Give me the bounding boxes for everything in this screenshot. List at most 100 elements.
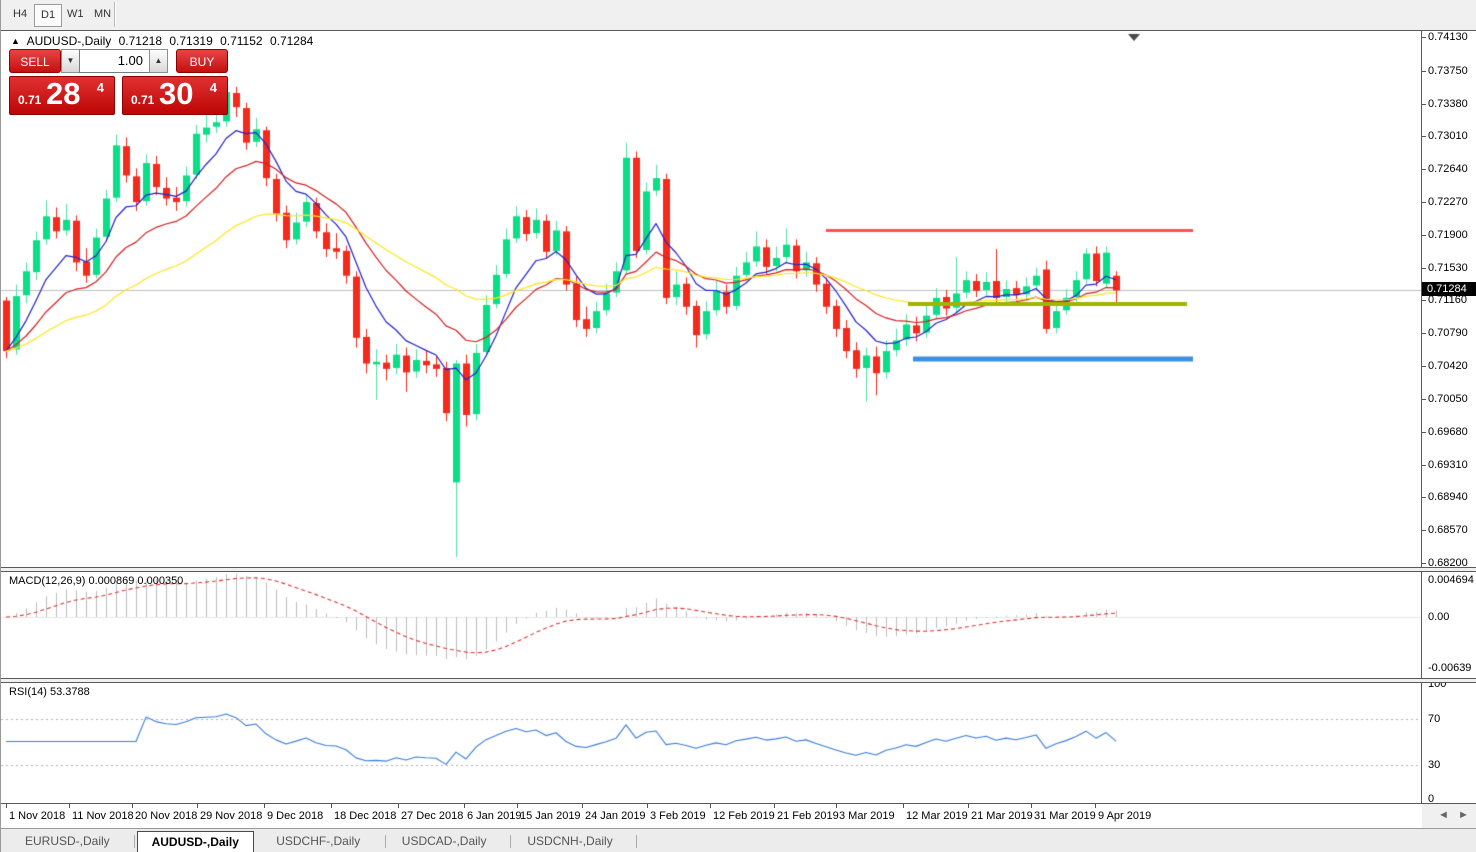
time-axis-tick [132,804,133,808]
price-axis-tick [1422,104,1426,105]
time-axis-tick [69,804,70,808]
time-axis-label: 21 Mar 2019 [971,810,1033,822]
time-axis-tick [582,804,583,808]
time-axis-tick [398,804,399,808]
sell-price-point: 4 [97,80,104,95]
panel-divider[interactable] [1,678,1476,683]
time-axis[interactable]: 1 Nov 2018 11 Nov 201820 Nov 201829 Nov 2… [1,803,1476,828]
price-axis-tick [1422,530,1426,531]
chart-tab-usdchf[interactable]: USDCHF-,Daily [262,831,374,852]
time-axis-label: 27 Dec 2018 [401,810,463,822]
time-axis-tick [264,804,265,808]
price-axis-label: 0.70050 [1428,393,1468,405]
time-axis-label: 21 Feb 2019 [777,810,839,822]
price-axis-tick [1422,333,1426,334]
macd-values: 0.000869 0.000350 [88,575,183,587]
time-axis-tick [331,804,332,808]
chart-title: ▲ AUDUSD-,Daily 0.71218 0.71319 0.71152 … [11,34,317,48]
price-axis-tick [1422,399,1426,400]
time-axis-tick [1031,804,1032,808]
time-axis-tick [710,804,711,808]
rsi-indicator-canvas[interactable] [1,681,1421,803]
price-axis-label: 0.71530 [1428,262,1468,274]
sell-price-box[interactable]: 0.71 28 4 [9,76,115,115]
price-axis-tick [1422,563,1426,564]
volume-increase-button[interactable]: ▲ [149,49,168,73]
chart-tab-eurusd[interactable]: EURUSD-,Daily [11,831,124,852]
tab-separator [385,835,386,848]
time-axis-label: 29 Nov 2018 [200,810,262,822]
scroll-left-icon[interactable]: ◄ [1438,809,1449,821]
time-axis-tick [197,804,198,808]
period-tab-mn[interactable]: MN [88,4,117,25]
tab-separator [510,835,511,848]
chart-tab-bar: EURUSD-,Daily AUDUSD-,Daily USDCHF-,Daily U… [1,828,1476,852]
time-axis-tick [968,804,969,808]
period-tab-d1[interactable]: D1 [34,4,62,27]
chart-symbol-label: AUDUSD-,Daily [27,34,112,48]
scroll-right-icon[interactable]: ► [1458,809,1469,821]
price-axis-label: 0.68940 [1428,491,1468,503]
price-axis-label: 0.71900 [1428,229,1468,241]
price-axis-tick [1422,465,1426,466]
current-price-tag: 0.71284 [1422,282,1476,296]
price-axis-tick [1422,37,1426,38]
time-axis-label: 31 Mar 2019 [1034,810,1096,822]
time-axis-label: 11 Nov 2018 [72,810,134,822]
price-axis-label: 0.68570 [1428,524,1468,536]
price-axis-tick [1422,268,1426,269]
macd-label: MACD(12,26,9) 0.000869 0.000350 [9,575,183,587]
time-axis-label: 12 Feb 2019 [713,810,775,822]
macd-name: MACD(12,26,9) [9,575,85,587]
period-tab-w1[interactable]: W1 [61,4,90,25]
period-tab-h4[interactable]: H4 [7,4,33,25]
price-axis-label: 0.70790 [1428,327,1468,339]
trading-terminal-window: H4D1W1MN ▲ AUDUSD-,Daily 0.71218 0.71319… [0,0,1476,852]
buy-price-box[interactable]: 0.71 30 4 [122,76,228,115]
price-scale-border [1421,30,1422,803]
price-axis-label: 0.69680 [1428,426,1468,438]
time-axis-tick [836,804,837,808]
time-axis-label: 9 Apr 2019 [1098,810,1151,822]
ohlc-low: 0.71152 [220,34,263,48]
volume-decrease-button[interactable]: ▼ [61,49,80,73]
price-axis-label: 0.74130 [1428,31,1468,43]
time-axis-label: 1 Nov 2018 [9,810,65,822]
volume-input[interactable]: 1.00 [79,49,149,73]
time-axis-label: 20 Nov 2018 [135,810,197,822]
chart-tab-audusd[interactable]: AUDUSD-,Daily [137,831,254,852]
time-axis-label: 18 Dec 2018 [334,810,396,822]
spin-down-icon: ▼ [67,56,75,65]
buy-price-major: 0.71 [131,93,154,107]
rsi-name: RSI(14) [9,686,47,698]
time-axis-tick [464,804,465,808]
price-axis-tick [1422,202,1426,203]
price-axis-label: 0.72270 [1428,196,1468,208]
rsi-axis-label: 70 [1428,713,1440,725]
panel-divider[interactable] [1,567,1476,572]
macd-axis-label: 0.004694 [1428,574,1474,586]
chart-tab-usdcad[interactable]: USDCAD-,Daily [388,831,501,852]
price-axis-tick [1422,71,1426,72]
price-axis-label: 0.72640 [1428,163,1468,175]
time-axis-label: 3 Feb 2019 [650,810,706,822]
price-axis-label: 0.73380 [1428,98,1468,110]
price-axis-label: 0.69310 [1428,459,1468,471]
sell-button[interactable]: SELL [9,49,61,73]
buy-price-point: 4 [210,80,217,95]
price-axis-tick [1422,169,1426,170]
ohlc-close: 0.71284 [270,34,313,48]
chart-tab-usdcnh[interactable]: USDCNH-,Daily [513,831,626,852]
horizontal-scrollbar: ◄ ► [1422,803,1476,828]
time-axis-label: 6 Jan 2019 [467,810,521,822]
time-axis-label: 15 Jan 2019 [520,810,581,822]
ohlc-high: 0.71319 [169,34,212,48]
macd-indicator-canvas[interactable] [1,571,1421,678]
one-click-trading-panel: SELL ▼ 1.00 ▲ BUY 0.71 28 4 0.71 30 4 [9,49,228,115]
time-axis-label: 3 Mar 2019 [839,810,895,822]
price-axis-tick [1422,432,1426,433]
buy-button[interactable]: BUY [176,49,228,73]
time-axis-label: 12 Mar 2019 [906,810,968,822]
price-axis-tick [1422,136,1426,137]
time-axis-tick [647,804,648,808]
